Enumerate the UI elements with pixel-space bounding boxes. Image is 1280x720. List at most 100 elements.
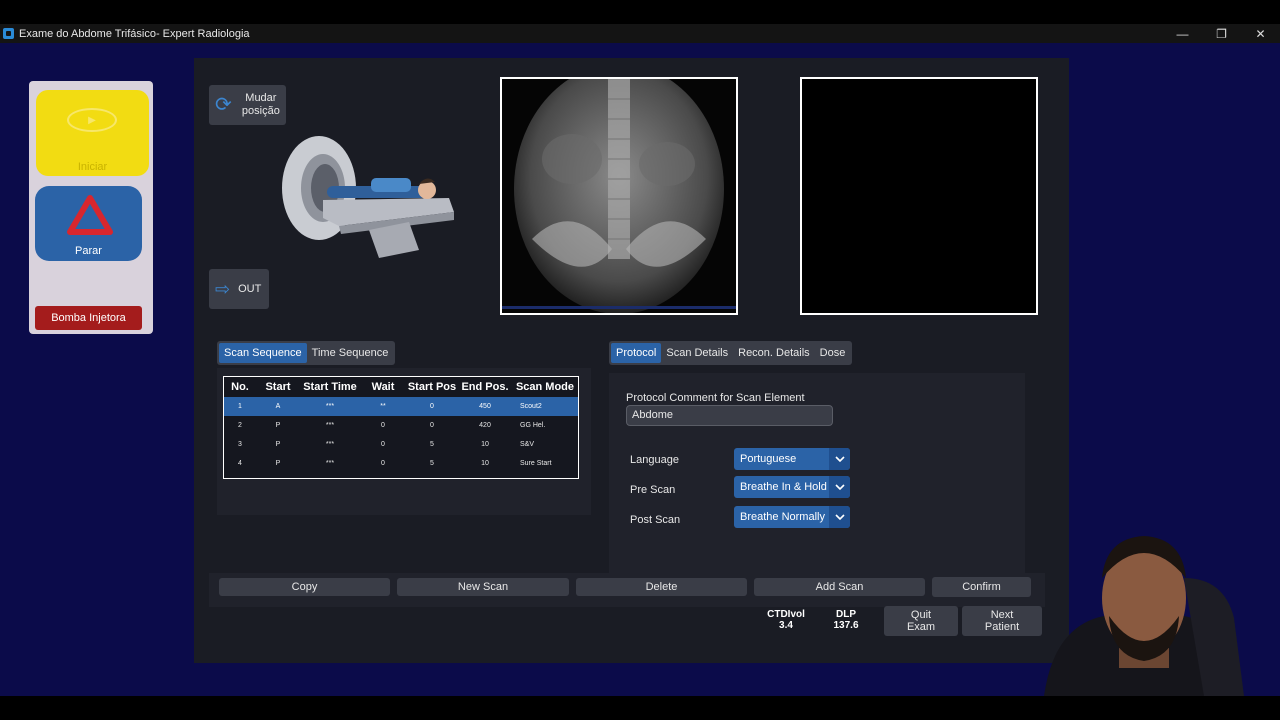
language-value: Portuguese xyxy=(740,453,797,465)
delete-button[interactable]: Delete xyxy=(576,578,747,596)
cell-start: A xyxy=(256,397,300,416)
col-header-start-time: Start Time xyxy=(303,381,357,393)
reconstruction-viewport[interactable] xyxy=(800,77,1038,315)
protocol-comment-label: Protocol Comment for Scan Element xyxy=(626,392,805,404)
tab-time-sequence[interactable]: Time Sequence xyxy=(307,343,394,363)
cell-no: 2 xyxy=(238,422,242,429)
col-header-scan-mode: Scan Mode xyxy=(515,381,575,393)
post-scan-select[interactable]: Breathe Normally xyxy=(734,506,850,528)
copy-button[interactable]: Copy xyxy=(219,578,390,596)
out-button[interactable]: ⇨ OUT xyxy=(209,269,269,309)
control-side-panel: ▶ Iniciar Parar Bomba Injetora xyxy=(29,81,153,334)
language-select[interactable]: Portuguese xyxy=(734,448,850,470)
pre-scan-value: Breathe In & Hold xyxy=(740,481,827,493)
cell-start-pos: 0 xyxy=(406,397,458,416)
tab-dose[interactable]: Dose xyxy=(815,343,851,363)
post-scan-label: Post Scan xyxy=(630,514,681,526)
cell-end-pos: 420 xyxy=(479,422,491,429)
language-label: Language xyxy=(630,454,679,466)
protocol-tabs: Protocol Scan Details Recon. Details Dos… xyxy=(609,341,853,365)
cell-wait: 0 xyxy=(381,460,385,467)
quit-exam-button[interactable]: Quit Exam xyxy=(884,606,958,636)
scout-image-viewport[interactable] xyxy=(500,64,738,315)
dlp-readout: DLP 137.6 xyxy=(826,609,866,631)
app-icon xyxy=(3,28,14,39)
cell-start: P xyxy=(275,460,281,467)
protocol-panel: Protocol Comment for Scan Element Abdome… xyxy=(609,373,1025,573)
mudar-posicao-label: Mudar posição xyxy=(241,92,280,117)
window-controls: — ❐ ✕ xyxy=(1163,24,1280,43)
cell-start-time: *** xyxy=(300,397,360,416)
col-header-no: No. xyxy=(231,381,249,393)
cell-wait: 0 xyxy=(381,441,385,448)
table-header-row: No. Start Start Time Wait Start Pos End … xyxy=(224,377,578,397)
cell-end-pos: 10 xyxy=(481,460,489,467)
webcam-presenter-overlay xyxy=(1044,536,1244,696)
tab-protocol[interactable]: Protocol xyxy=(611,343,662,363)
cell-scan-mode: S&V xyxy=(520,441,535,448)
mudar-posicao-button[interactable]: ⟳ Mudar posição xyxy=(209,85,286,125)
protocol-comment-field[interactable]: Abdome xyxy=(626,405,833,426)
cell-scan-mode: Sure Start xyxy=(520,460,552,467)
cell-scan-mode: GG Hel. xyxy=(520,422,546,429)
start-icon: ▶ xyxy=(67,108,117,132)
warning-triangle-icon xyxy=(67,195,113,235)
cell-start: P xyxy=(275,441,281,448)
minimize-button[interactable]: — xyxy=(1163,24,1202,43)
table-row[interactable]: 3 P *** 0 5 10 S&V xyxy=(224,435,578,454)
dlp-value: 137.6 xyxy=(833,620,859,631)
cell-start: P xyxy=(275,422,281,429)
iniciar-label: Iniciar xyxy=(77,161,108,173)
pre-scan-select[interactable]: Breathe In & Hold xyxy=(734,476,850,498)
letterbox-top xyxy=(0,0,1280,24)
cell-wait: ** xyxy=(360,397,406,416)
cell-end-pos: 450 xyxy=(458,397,512,416)
pre-scan-label: Pre Scan xyxy=(630,484,676,496)
ctdivol-readout: CTDIvol 3.4 xyxy=(766,609,806,631)
quit-exam-line1: Quit xyxy=(910,609,932,621)
chevron-down-icon xyxy=(829,506,850,528)
window-title: Exame do Abdome Trifásico- Expert Radiol… xyxy=(19,27,250,40)
abdomen-xray-image xyxy=(502,64,736,314)
cell-no: 3 xyxy=(238,441,242,448)
new-scan-button[interactable]: New Scan xyxy=(397,578,569,596)
restore-button[interactable]: ❐ xyxy=(1202,24,1241,43)
col-header-wait: Wait xyxy=(371,381,395,393)
quit-exam-line2: Exam xyxy=(906,621,936,633)
cell-no: 1 xyxy=(224,397,256,416)
table-row[interactable]: 1 A *** ** 0 450 Scout2 xyxy=(224,397,578,416)
tab-recon-details[interactable]: Recon. Details xyxy=(733,343,815,363)
table-row[interactable]: 4 P *** 0 5 10 Sure Start xyxy=(224,454,578,473)
cell-wait: 0 xyxy=(381,422,385,429)
col-header-end-pos: End Pos. xyxy=(461,381,509,393)
out-label: OUT xyxy=(238,283,262,295)
app-background: ▶ Iniciar Parar Bomba Injetora ⟳ Mudar p… xyxy=(0,43,1280,696)
window-titlebar: Exame do Abdome Trifásico- Expert Radiol… xyxy=(0,24,1280,43)
arrow-right-icon: ⇨ xyxy=(215,279,231,299)
chevron-down-icon xyxy=(829,448,850,470)
scan-action-bar: Copy New Scan Delete Add Scan Confirm xyxy=(209,573,1045,607)
dlp-label: DLP xyxy=(836,609,856,620)
cell-start-pos: 5 xyxy=(430,441,434,448)
scan-sequence-table: No. Start Start Time Wait Start Pos End … xyxy=(223,376,579,479)
parar-label: Parar xyxy=(75,245,102,257)
rotate-icon: ⟳ xyxy=(215,94,232,116)
cell-start-time: *** xyxy=(325,441,335,448)
parar-button[interactable]: Parar xyxy=(35,186,142,261)
tab-scan-details[interactable]: Scan Details xyxy=(661,343,733,363)
bomba-injetora-button[interactable]: Bomba Injetora xyxy=(35,306,142,330)
cell-start-pos: 0 xyxy=(430,422,434,429)
ctdivol-label: CTDIvol xyxy=(767,609,805,620)
cell-no: 4 xyxy=(238,460,242,467)
post-scan-value: Breathe Normally xyxy=(740,511,825,523)
tab-scan-sequence[interactable]: Scan Sequence xyxy=(219,343,307,363)
add-scan-button[interactable]: Add Scan xyxy=(754,578,925,596)
iniciar-button[interactable]: ▶ Iniciar xyxy=(36,90,149,176)
cell-start-time: *** xyxy=(325,422,335,429)
cell-end-pos: 10 xyxy=(481,441,489,448)
close-button[interactable]: ✕ xyxy=(1241,24,1280,43)
letterbox-bottom xyxy=(0,696,1280,720)
table-row[interactable]: 2 P *** 0 0 420 GG Hel. xyxy=(224,416,578,435)
main-panel: ⟳ Mudar posição ⇨ OUT Scan Sequence Time… xyxy=(194,58,1069,663)
scan-sequence-tabs: Scan Sequence Time Sequence xyxy=(217,341,396,365)
